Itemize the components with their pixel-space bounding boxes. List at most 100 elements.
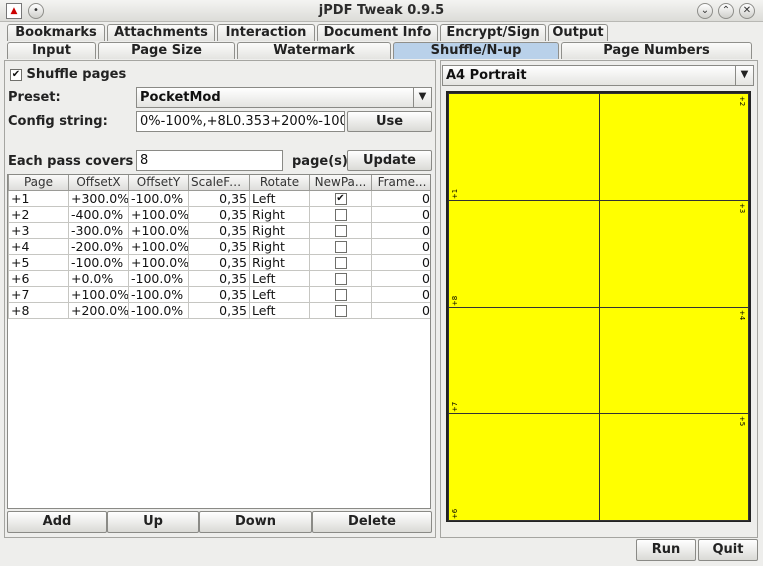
table-cell[interactable]: Left xyxy=(249,301,310,319)
table-cell[interactable]: Right xyxy=(249,237,310,255)
checkbox-box[interactable] xyxy=(334,209,347,221)
table-cell[interactable]: +100.0% xyxy=(128,221,189,239)
column-header[interactable]: OffsetY xyxy=(128,175,189,191)
table-cell[interactable]: +100.0% xyxy=(128,253,189,271)
table-cell[interactable]: 0 xyxy=(371,205,430,223)
table-cell[interactable]: 0 xyxy=(371,269,430,287)
table-cell[interactable]: +3 xyxy=(8,221,69,239)
new-page-checkbox[interactable]: ✔ xyxy=(309,189,372,207)
new-page-checkbox[interactable] xyxy=(309,205,372,223)
table-cell[interactable]: +100.0% xyxy=(68,285,129,303)
table-cell[interactable]: 0 xyxy=(371,221,430,239)
table-cell[interactable]: -400.0% xyxy=(68,205,129,223)
down-button[interactable]: Down xyxy=(199,511,312,533)
table-row[interactable]: +6 +0.0% -100.0% 0,35 Left 0 xyxy=(8,269,430,287)
table-cell[interactable]: Left xyxy=(249,189,310,207)
table-row[interactable]: +5 -100.0% +100.0% 0,35 Right 0 xyxy=(8,253,430,271)
table-cell[interactable]: 0 xyxy=(371,237,430,255)
new-page-checkbox[interactable] xyxy=(309,253,372,271)
table-cell[interactable]: -300.0% xyxy=(68,221,129,239)
table-cell[interactable]: +0.0% xyxy=(68,269,129,287)
close-icon[interactable]: ✕ xyxy=(739,3,755,19)
table-cell[interactable]: 0,35 xyxy=(188,221,250,239)
table-row[interactable]: +4 -200.0% +100.0% 0,35 Right 0 xyxy=(8,237,430,255)
use-button[interactable]: Use xyxy=(347,111,432,132)
tab-input[interactable]: Input xyxy=(7,42,96,59)
tab-page-size[interactable]: Page Size xyxy=(98,42,235,59)
checkbox-box[interactable]: ✔ xyxy=(334,193,347,205)
checkbox-box[interactable] xyxy=(334,305,347,317)
config-string-input[interactable]: 0%-100%,+8L0.353+200%-100% xyxy=(136,111,345,132)
preset-select[interactable]: PocketMod ▼ xyxy=(136,87,432,108)
new-page-checkbox[interactable] xyxy=(309,269,372,287)
new-page-checkbox[interactable] xyxy=(309,237,372,255)
table-cell[interactable]: -100.0% xyxy=(68,253,129,271)
table-cell[interactable]: 0,35 xyxy=(188,269,250,287)
column-header[interactable]: Frame... xyxy=(371,175,430,191)
tab-bookmarks[interactable]: Bookmarks xyxy=(7,24,105,41)
delete-button[interactable]: Delete xyxy=(312,511,432,533)
column-header[interactable]: OffsetX xyxy=(68,175,129,191)
run-button[interactable]: Run xyxy=(636,539,696,561)
add-button[interactable]: Add xyxy=(7,511,107,533)
checkbox-box[interactable]: ✔ xyxy=(10,68,22,81)
tab-document-info[interactable]: Document Info xyxy=(317,24,438,41)
table-cell[interactable]: -200.0% xyxy=(68,237,129,255)
table-row[interactable]: +3 -300.0% +100.0% 0,35 Right 0 xyxy=(8,221,430,239)
table-cell[interactable]: 0 xyxy=(371,253,430,271)
tab-shuffle-n-up[interactable]: Shuffle/N-up xyxy=(393,42,559,59)
checkbox-box[interactable] xyxy=(334,273,347,285)
chevron-down-icon[interactable]: ▼ xyxy=(413,88,431,107)
table-cell[interactable]: -100.0% xyxy=(128,269,189,287)
table-cell[interactable]: Right xyxy=(249,253,310,271)
table-cell[interactable]: -100.0% xyxy=(128,301,189,319)
minimize-icon[interactable]: ⌄ xyxy=(697,3,713,19)
chevron-down-icon[interactable]: ▼ xyxy=(735,66,753,85)
pass-covers-input[interactable]: 8 xyxy=(136,150,283,171)
table-cell[interactable]: +2 xyxy=(8,205,69,223)
table-cell[interactable]: 0,35 xyxy=(188,237,250,255)
tab-watermark[interactable]: Watermark xyxy=(237,42,391,59)
new-page-checkbox[interactable] xyxy=(309,301,372,319)
tab-encrypt-sign[interactable]: Encrypt/Sign xyxy=(440,24,546,41)
checkbox-box[interactable] xyxy=(334,241,347,253)
table-cell[interactable]: +7 xyxy=(8,285,69,303)
tab-attachments[interactable]: Attachments xyxy=(107,24,215,41)
paper-size-select[interactable]: A4 Portrait ▼ xyxy=(442,65,754,86)
maximize-icon[interactable]: ⌃ xyxy=(718,3,734,19)
up-button[interactable]: Up xyxy=(107,511,199,533)
table-cell[interactable]: 0 xyxy=(371,285,430,303)
update-button[interactable]: Update xyxy=(347,150,432,171)
new-page-checkbox[interactable] xyxy=(309,285,372,303)
table-cell[interactable]: 0,35 xyxy=(188,205,250,223)
shuffle-pages-checkbox[interactable]: ✔ Shuffle pages xyxy=(10,67,126,82)
table-cell[interactable]: Right xyxy=(249,221,310,239)
table-row[interactable]: +1 +300.0% -100.0% 0,35 Left ✔ 0 xyxy=(8,189,430,207)
table-cell[interactable]: +200.0% xyxy=(68,301,129,319)
table-cell[interactable]: -100.0% xyxy=(128,285,189,303)
table-row[interactable]: +7 +100.0% -100.0% 0,35 Left 0 xyxy=(8,285,430,303)
table-row[interactable]: +2 -400.0% +100.0% 0,35 Right 0 xyxy=(8,205,430,223)
column-header[interactable]: Rotate xyxy=(249,175,310,191)
new-page-checkbox[interactable] xyxy=(309,221,372,239)
table-cell[interactable]: +5 xyxy=(8,253,69,271)
table-cell[interactable]: Left xyxy=(249,285,310,303)
column-header[interactable]: Page xyxy=(8,175,69,191)
table-row[interactable]: +8 +200.0% -100.0% 0,35 Left 0 xyxy=(8,301,430,319)
table-cell[interactable]: 0,35 xyxy=(188,189,250,207)
tab-interaction[interactable]: Interaction xyxy=(217,24,315,41)
table-cell[interactable]: 0,35 xyxy=(188,253,250,271)
checkbox-box[interactable] xyxy=(334,289,347,301)
table-cell[interactable]: 0,35 xyxy=(188,301,250,319)
table-cell[interactable]: +8 xyxy=(8,301,69,319)
table-cell[interactable]: 0,35 xyxy=(188,285,250,303)
tab-page-numbers[interactable]: Page Numbers xyxy=(561,42,752,59)
checkbox-box[interactable] xyxy=(334,225,347,237)
table-cell[interactable]: +100.0% xyxy=(128,205,189,223)
table-cell[interactable]: 0 xyxy=(371,189,430,207)
quit-button[interactable]: Quit xyxy=(698,539,758,561)
column-header[interactable]: ScaleFa... xyxy=(188,175,250,191)
table-cell[interactable]: +4 xyxy=(8,237,69,255)
checkbox-box[interactable] xyxy=(334,257,347,269)
table-cell[interactable]: Left xyxy=(249,269,310,287)
